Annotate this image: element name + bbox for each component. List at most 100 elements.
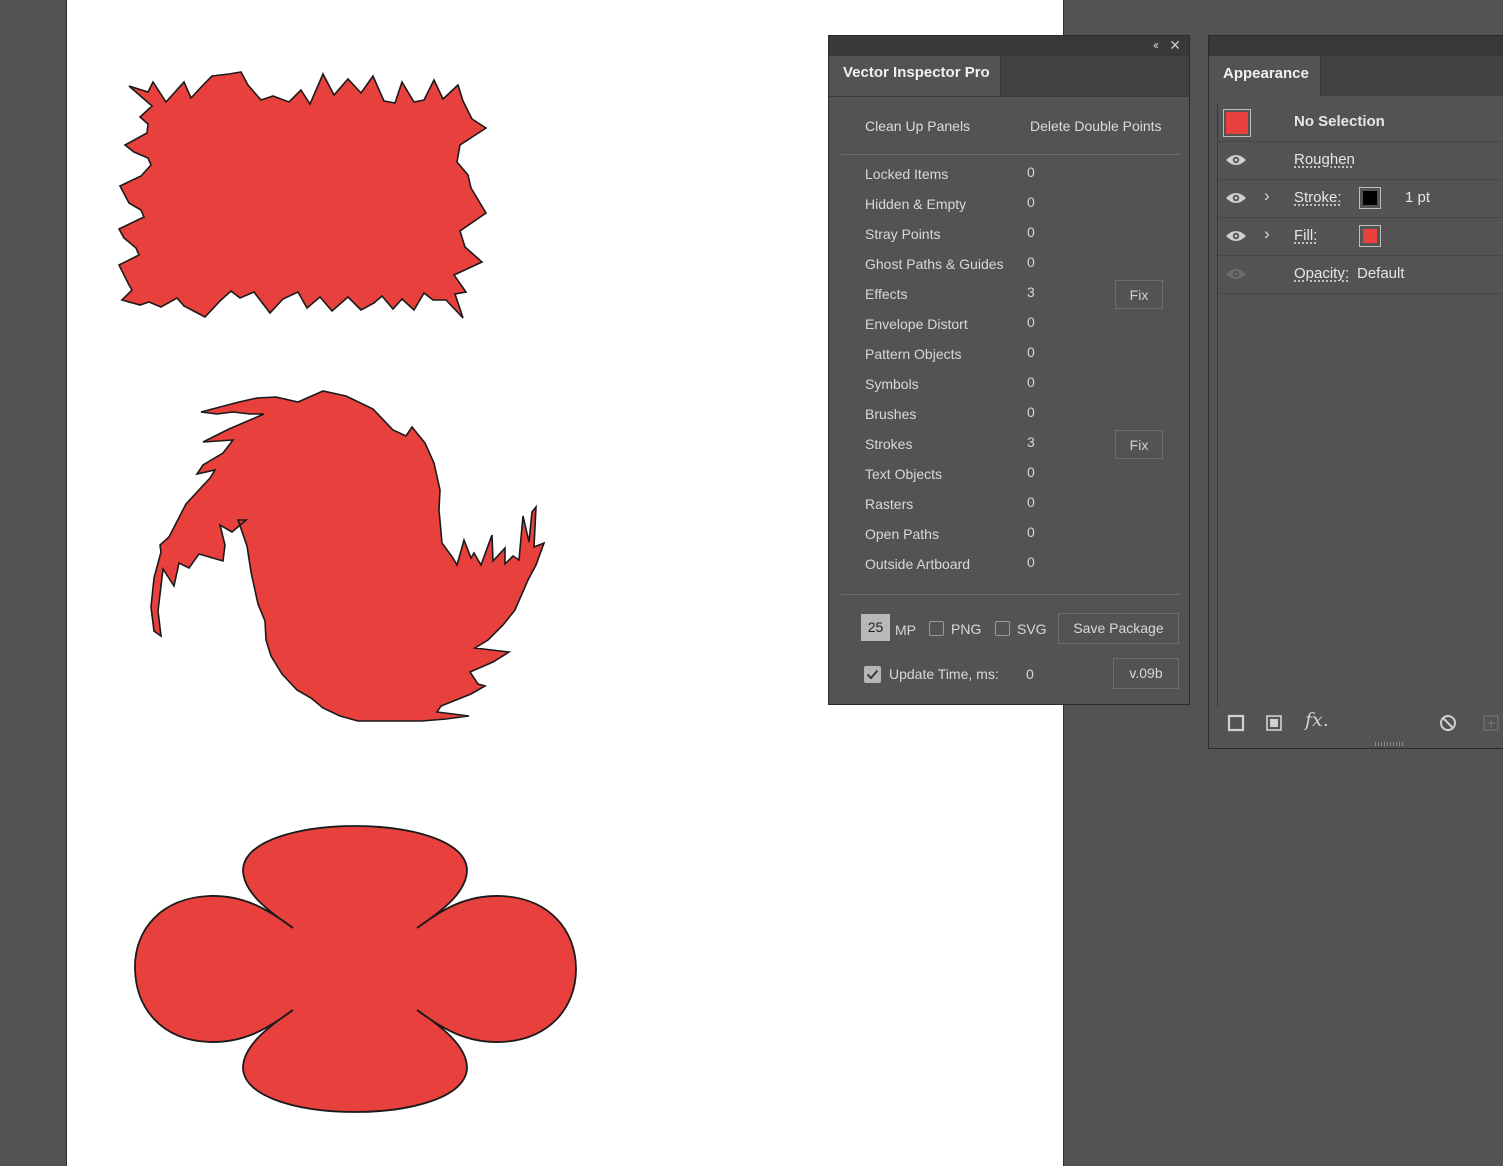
delete-double-points-button[interactable]: Delete Double Points: [1030, 118, 1162, 134]
chevron-right-icon[interactable]: ›: [1264, 186, 1270, 206]
opacity-row[interactable]: Opacity: Default: [1218, 256, 1503, 294]
panel-resize-grip[interactable]: [1375, 742, 1405, 746]
inspection-row: Envelope Distort 0: [865, 314, 1165, 338]
inspection-row-label[interactable]: Brushes: [865, 406, 916, 422]
inspection-row-count: 0: [1027, 164, 1035, 180]
panel-titlebar[interactable]: [1209, 36, 1503, 56]
fix-button[interactable]: Fix: [1115, 430, 1163, 459]
divider: [841, 154, 1181, 155]
panel-titlebar[interactable]: ‹‹ ✕: [829, 36, 1189, 56]
effect-row-roughen[interactable]: Roughen: [1218, 142, 1503, 180]
inspection-row-count: 0: [1027, 314, 1035, 330]
inspection-row-label[interactable]: Pattern Objects: [865, 346, 962, 362]
inspection-row-count: 0: [1027, 524, 1035, 540]
inspection-row-count: 0: [1027, 194, 1035, 210]
tab-appearance[interactable]: Appearance: [1209, 56, 1321, 96]
fx-icon[interactable]: fx.: [1305, 709, 1329, 731]
fill-label[interactable]: Fill:: [1294, 227, 1317, 244]
stroke-color-swatch[interactable]: [1359, 187, 1381, 209]
visibility-eye-icon[interactable]: [1225, 229, 1247, 243]
inspection-row-count: 0: [1027, 464, 1035, 480]
opacity-label[interactable]: Opacity:: [1294, 265, 1349, 282]
divider: [841, 594, 1181, 595]
update-time-label: Update Time, ms:: [889, 666, 999, 682]
inspection-row-label[interactable]: Strokes: [865, 436, 912, 452]
inspection-row-count: 0: [1027, 374, 1035, 390]
inspection-row: Stray Points 0: [865, 224, 1165, 248]
inspection-row-label[interactable]: Rasters: [865, 496, 913, 512]
png-label: PNG: [951, 621, 982, 637]
twisted-circle-shape[interactable]: [147, 388, 617, 728]
collapse-icon[interactable]: ‹‹: [1153, 38, 1159, 52]
add-stroke-icon[interactable]: [1227, 714, 1245, 732]
panel-tabstrip: Vector Inspector Pro: [829, 56, 1189, 97]
close-icon[interactable]: ✕: [1169, 37, 1181, 54]
selection-thumbnail: [1223, 109, 1251, 137]
inspection-row-count: 3: [1027, 434, 1035, 450]
inspection-row: Open Paths 0: [865, 524, 1165, 548]
four-lobed-flower-shape[interactable]: [131, 822, 579, 1118]
duplicate-item-icon[interactable]: [1482, 714, 1500, 732]
clean-up-panels-button[interactable]: Clean Up Panels: [865, 118, 970, 134]
clear-appearance-icon[interactable]: [1439, 714, 1457, 732]
inspection-row: Locked Items 0: [865, 164, 1165, 188]
inspection-row-label[interactable]: Text Objects: [865, 466, 942, 482]
megapixel-input[interactable]: 25: [861, 614, 890, 641]
inspection-row-count: 0: [1027, 224, 1035, 240]
inspection-row: Hidden & Empty 0: [865, 194, 1165, 218]
inspection-row-label[interactable]: Locked Items: [865, 166, 948, 182]
panel-tabstrip: Appearance: [1209, 56, 1503, 96]
inspection-row-label[interactable]: Stray Points: [865, 226, 940, 242]
update-time-checkbox[interactable]: [864, 666, 881, 683]
inspection-row-count: 0: [1027, 344, 1035, 360]
thumbnail-fill: [1226, 112, 1248, 134]
inspection-row: Symbols 0: [865, 374, 1165, 398]
stroke-weight-value[interactable]: 1 pt: [1405, 189, 1430, 206]
fill-color-swatch[interactable]: [1359, 225, 1381, 247]
svg-checkbox[interactable]: [995, 621, 1010, 636]
inspection-row-count: 0: [1027, 554, 1035, 570]
visibility-eye-icon[interactable]: [1225, 191, 1247, 205]
fill-color-fill: [1363, 229, 1377, 243]
selection-label: No Selection: [1294, 113, 1385, 130]
inspection-row-label[interactable]: Effects: [865, 286, 908, 302]
roughen-effect-link[interactable]: Roughen: [1294, 151, 1355, 168]
stroke-label[interactable]: Stroke:: [1294, 189, 1342, 206]
add-fill-icon[interactable]: [1265, 714, 1283, 732]
inspection-row-count: 3: [1027, 284, 1035, 300]
inspection-row: Text Objects 0: [865, 464, 1165, 488]
save-package-button[interactable]: Save Package: [1058, 613, 1179, 644]
inspection-row-label[interactable]: Hidden & Empty: [865, 196, 966, 212]
inspection-row: Pattern Objects 0: [865, 344, 1165, 368]
inspection-row-label[interactable]: Envelope Distort: [865, 316, 968, 332]
checkmark-icon: [866, 669, 879, 680]
roughened-rectangle-shape[interactable]: [115, 66, 555, 328]
version-button[interactable]: v.09b: [1113, 658, 1179, 689]
update-time-value: 0: [1026, 666, 1034, 682]
fix-button[interactable]: Fix: [1115, 280, 1163, 309]
inspection-row-count: 0: [1027, 254, 1035, 270]
appearance-panel: Appearance No Selection Roughen › Stroke…: [1208, 35, 1503, 749]
inspection-row-label[interactable]: Outside Artboard: [865, 556, 970, 572]
appearance-list: No Selection Roughen › Stroke: 1 pt › Fi…: [1217, 104, 1503, 706]
tab-vector-inspector-pro[interactable]: Vector Inspector Pro: [829, 56, 1001, 96]
fill-row[interactable]: › Fill:: [1218, 218, 1503, 256]
stroke-color-fill: [1363, 191, 1377, 205]
visibility-eye-icon[interactable]: [1225, 267, 1247, 281]
inspection-row-count: 0: [1027, 494, 1035, 510]
stroke-row[interactable]: › Stroke: 1 pt: [1218, 180, 1503, 218]
vector-inspector-panel: ‹‹ ✕ Vector Inspector Pro Clean Up Panel…: [828, 35, 1190, 705]
visibility-eye-icon[interactable]: [1225, 153, 1247, 167]
opacity-value: Default: [1357, 265, 1405, 282]
inspection-row-label[interactable]: Open Paths: [865, 526, 939, 542]
inspection-row: Ghost Paths & Guides 0: [865, 254, 1165, 278]
inspection-row: Rasters 0: [865, 494, 1165, 518]
inspection-row-label[interactable]: Ghost Paths & Guides: [865, 256, 1004, 272]
inspection-row-count: 0: [1027, 404, 1035, 420]
inspection-row-label[interactable]: Symbols: [865, 376, 919, 392]
megapixel-unit-label: MP: [895, 622, 916, 638]
chevron-right-icon[interactable]: ›: [1264, 224, 1270, 244]
inspection-row: Outside Artboard 0: [865, 554, 1165, 578]
png-checkbox[interactable]: [929, 621, 944, 636]
appearance-footer: fx.: [1217, 706, 1503, 738]
